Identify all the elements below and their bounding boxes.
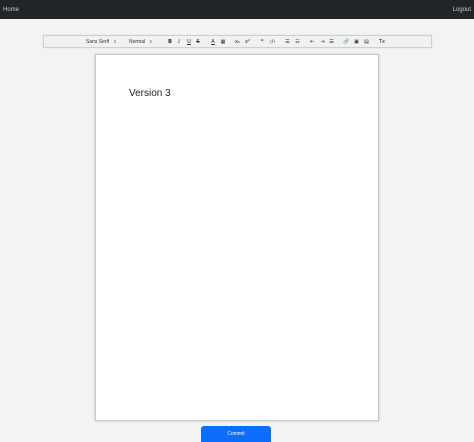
link-button[interactable]: 🔗	[342, 36, 351, 47]
align-button[interactable]: ☰	[327, 36, 336, 47]
font-size-value: Normal	[129, 38, 146, 45]
editor-toolbar: Sans Serif ⇕ Normal ⇕ B I U S A ▦ x₂ x² …	[43, 35, 432, 48]
commit-button[interactable]: Commit	[201, 426, 271, 442]
bold-button[interactable]: B	[166, 36, 174, 47]
font-family-value: Sans Serif	[86, 38, 110, 45]
code-block-button[interactable]: ‹/›	[268, 36, 277, 47]
image-button[interactable]: ▣	[352, 36, 361, 47]
text-color-button[interactable]: A	[209, 36, 217, 47]
outdent-button[interactable]: ⇤	[308, 36, 317, 47]
editor-content[interactable]: Version 3	[129, 88, 171, 99]
indent-button[interactable]: ⇥	[318, 36, 327, 47]
select-arrow-icon: ⇕	[149, 39, 153, 44]
strike-button[interactable]: S	[194, 36, 202, 47]
ordered-list-button[interactable]: ☰	[283, 36, 292, 47]
font-family-select[interactable]: Sans Serif ⇕	[86, 36, 122, 47]
select-arrow-icon: ⇕	[113, 39, 117, 44]
home-link[interactable]: Home	[3, 7, 19, 13]
superscript-button[interactable]: x²	[243, 36, 252, 47]
subscript-button[interactable]: x₂	[233, 36, 242, 47]
logout-link[interactable]: Logout	[453, 7, 471, 13]
blockquote-button[interactable]: ❞	[258, 36, 267, 47]
top-navbar: Home Logout	[0, 0, 474, 19]
clear-formatting-button[interactable]: Tx	[377, 36, 387, 47]
bullet-list-button[interactable]: ☷	[293, 36, 302, 47]
font-size-select[interactable]: Normal ⇕	[129, 36, 159, 47]
italic-button[interactable]: I	[175, 36, 183, 47]
background-color-button[interactable]: ▦	[219, 36, 227, 47]
editor-page[interactable]: Version 3	[95, 54, 379, 421]
video-button[interactable]: ▤	[362, 36, 371, 47]
underline-button[interactable]: U	[185, 36, 193, 47]
